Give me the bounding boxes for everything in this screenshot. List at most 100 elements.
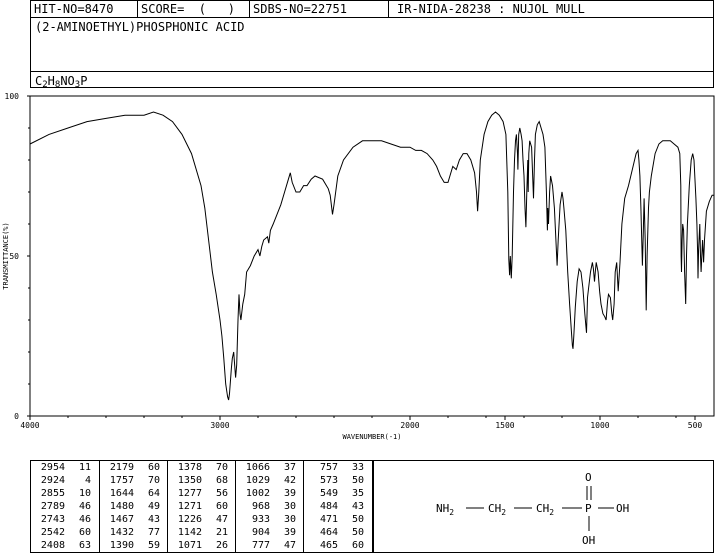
peak-row: 1467 43 <box>100 513 167 526</box>
peak-transmittance: 35 <box>351 488 364 499</box>
peak-wavenumber: 484 <box>319 501 338 512</box>
chemical-structure: NH2 CH2 CH2 P OH O OH <box>436 471 629 547</box>
peak-row: 1644 64 <box>100 487 167 500</box>
peak-transmittance: 26 <box>215 540 228 551</box>
structure-panel: NH2 CH2 CH2 P OH O OH <box>373 460 714 553</box>
peak-row: 471 50 <box>304 513 372 526</box>
peak-wavenumber: 471 <box>319 514 338 525</box>
peak-transmittance: 49 <box>147 501 160 512</box>
peak-row: 1002 39 <box>236 487 303 500</box>
peak-transmittance: 70 <box>215 462 228 473</box>
peak-table: 2954 11 2924 4 2855 10 2789 46 2743 46 2542 60 2408 6… <box>30 460 373 553</box>
peak-row: 1142 21 <box>168 526 235 539</box>
peak-wavenumber: 1644 <box>109 488 134 499</box>
peak-row: 1350 68 <box>168 474 235 487</box>
peak-transmittance: 37 <box>283 462 296 473</box>
x-tick-label: 4000 <box>20 421 39 430</box>
x-tick-label: 1500 <box>495 421 514 430</box>
peak-wavenumber: 1029 <box>245 475 270 486</box>
peak-wavenumber: 2855 <box>40 488 65 499</box>
peak-row: 573 50 <box>304 474 372 487</box>
peak-transmittance: 42 <box>283 475 296 486</box>
peak-wavenumber: 933 <box>251 514 270 525</box>
peak-transmittance: 56 <box>215 488 228 499</box>
x-tick-label: 3000 <box>210 421 229 430</box>
peak-wavenumber: 777 <box>251 540 270 551</box>
peak-wavenumber: 2743 <box>40 514 65 525</box>
peak-row: 2954 11 <box>31 461 99 474</box>
peak-column: 2954 11 2924 4 2855 10 2789 46 2743 46 2542 60 2408 6… <box>31 461 99 552</box>
peak-wavenumber: 2954 <box>40 462 65 473</box>
ch2-group-2: CH2 <box>536 502 554 517</box>
peak-transmittance: 10 <box>78 488 91 499</box>
peak-wavenumber: 904 <box>251 527 270 538</box>
peak-wavenumber: 1378 <box>177 462 202 473</box>
compound-name: (2-AMINOETHYL)PHOSPHONIC ACID <box>35 20 245 34</box>
peak-transmittance: 43 <box>147 514 160 525</box>
peak-transmittance: 60 <box>147 462 160 473</box>
peak-transmittance: 4 <box>84 475 91 486</box>
peak-row: 904 39 <box>236 526 303 539</box>
x-tick-label: 1000 <box>590 421 609 430</box>
oh-group-bottom: OH <box>582 534 595 547</box>
peak-wavenumber: 2789 <box>40 501 65 512</box>
peak-row: 1071 26 <box>168 539 235 552</box>
peak-row: 2924 4 <box>31 474 99 487</box>
peak-transmittance: 30 <box>283 501 296 512</box>
y-tick-label: 50 <box>9 252 19 261</box>
peak-transmittance: 46 <box>78 501 91 512</box>
peak-transmittance: 39 <box>283 488 296 499</box>
nh2-group: NH2 <box>436 502 454 517</box>
x-tick-label: 500 <box>688 421 703 430</box>
oh-group-right: OH <box>616 502 629 515</box>
peak-row: 968 30 <box>236 500 303 513</box>
peak-wavenumber: 1226 <box>177 514 202 525</box>
peak-wavenumber: 2179 <box>109 462 134 473</box>
peak-row: 1757 70 <box>100 474 167 487</box>
peak-wavenumber: 1390 <box>109 540 134 551</box>
peak-transmittance: 77 <box>147 527 160 538</box>
peak-wavenumber: 1071 <box>177 540 202 551</box>
peak-wavenumber: 1467 <box>109 514 134 525</box>
peak-wavenumber: 464 <box>319 527 338 538</box>
peak-row: 484 43 <box>304 500 372 513</box>
peak-wavenumber: 1350 <box>177 475 202 486</box>
peak-row: 1029 42 <box>236 474 303 487</box>
peak-transmittance: 60 <box>215 501 228 512</box>
peak-transmittance: 39 <box>283 527 296 538</box>
peak-row: 1480 49 <box>100 500 167 513</box>
peak-row: 2408 63 <box>31 539 99 552</box>
x-axis-label: WAVENUMBER(-1) <box>342 433 401 441</box>
peak-row: 933 30 <box>236 513 303 526</box>
peak-row: 2855 10 <box>31 487 99 500</box>
peak-row: 2179 60 <box>100 461 167 474</box>
peak-wavenumber: 968 <box>251 501 270 512</box>
peak-transmittance: 64 <box>147 488 160 499</box>
peak-column: 1066 37 1029 42 1002 39 968 30 933 30 904 39 777 47 <box>235 461 303 552</box>
peak-transmittance: 50 <box>351 475 364 486</box>
peak-wavenumber: 2924 <box>40 475 65 486</box>
peak-wavenumber: 1480 <box>109 501 134 512</box>
peak-column: 757 33 573 50 549 35 484 43 471 50 464 50 465 60 <box>303 461 372 552</box>
peak-wavenumber: 1142 <box>177 527 202 538</box>
peak-row: 1432 77 <box>100 526 167 539</box>
peak-row: 757 33 <box>304 461 372 474</box>
y-tick-label: 100 <box>5 92 20 101</box>
score: SCORE= ( ) <box>137 1 249 17</box>
peak-transmittance: 70 <box>147 475 160 486</box>
peak-row: 465 60 <box>304 539 372 552</box>
peak-wavenumber: 1757 <box>109 475 134 486</box>
peak-row: 549 35 <box>304 487 372 500</box>
peak-transmittance: 60 <box>351 540 364 551</box>
peak-transmittance: 47 <box>215 514 228 525</box>
peak-row: 1066 37 <box>236 461 303 474</box>
peak-transmittance: 59 <box>147 540 160 551</box>
peak-wavenumber: 549 <box>319 488 338 499</box>
peak-transmittance: 11 <box>78 462 91 473</box>
peak-row: 1390 59 <box>100 539 167 552</box>
peak-transmittance: 50 <box>351 527 364 538</box>
formula-row: C2H8NO3P <box>31 71 713 90</box>
ir-info: IR-NIDA-28238 : NUJOL MULL <box>388 1 715 17</box>
peak-wavenumber: 2542 <box>40 527 65 538</box>
peak-transmittance: 63 <box>78 540 91 551</box>
